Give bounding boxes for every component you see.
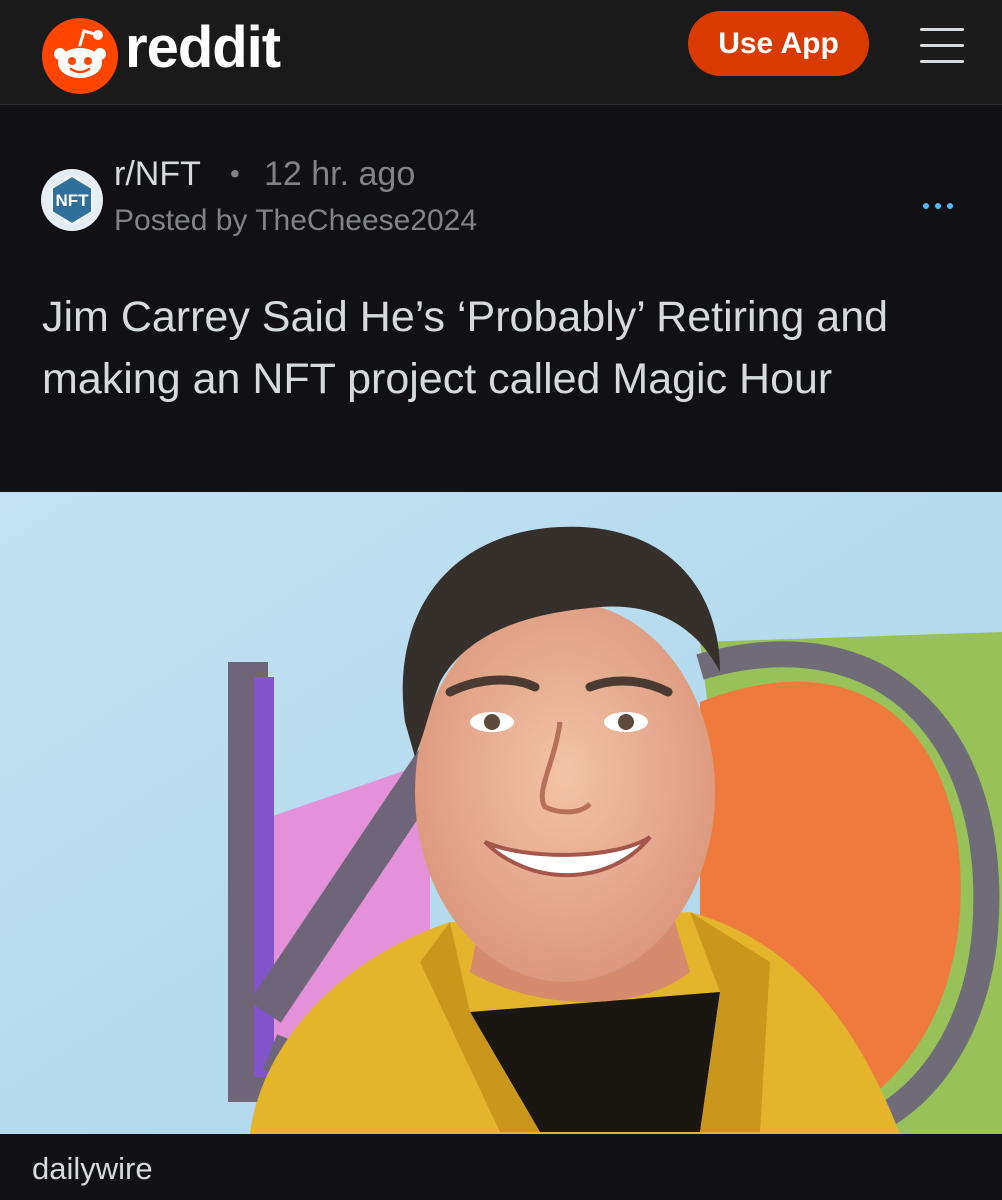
post-card: NFT r/NFT • 12 hr. ago Posted by TheChee…	[0, 106, 1002, 492]
subreddit-avatar-label: NFT	[55, 191, 89, 210]
reddit-logo-icon[interactable]	[42, 18, 118, 94]
reddit-wordmark[interactable]: reddit	[125, 13, 281, 83]
subreddit-link[interactable]: r/NFT	[114, 154, 201, 194]
link-source-bar: dailywire	[0, 1134, 1002, 1200]
post-image-illustration	[0, 492, 1002, 1134]
hamburger-menu-icon[interactable]	[920, 28, 964, 64]
post-time: 12 hr. ago	[264, 155, 416, 193]
use-app-button[interactable]: Use App	[688, 11, 869, 76]
meta-separator: •	[230, 158, 240, 189]
post-image[interactable]	[0, 492, 1002, 1134]
ellipsis-icon[interactable]	[918, 196, 958, 216]
post-title[interactable]: Jim Carrey Said He’s ‘Probably’ Retiring…	[42, 286, 942, 410]
subreddit-avatar-icon[interactable]: NFT	[40, 168, 104, 232]
post-author[interactable]: Posted by TheCheese2024	[114, 202, 477, 240]
top-bar: reddit Use App	[0, 0, 1002, 105]
source-domain-link[interactable]: dailywire	[32, 1150, 153, 1188]
